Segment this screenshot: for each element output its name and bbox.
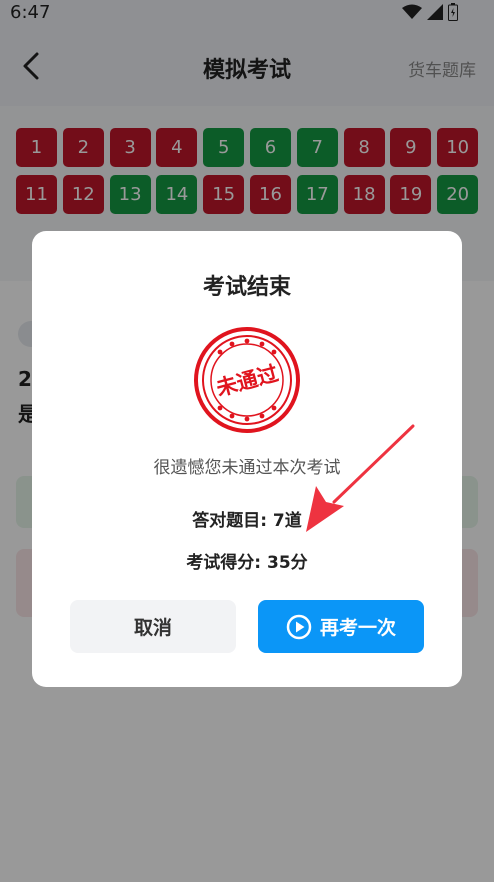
play-circle-icon: [286, 614, 312, 639]
annotation-arrow-icon: [306, 424, 415, 532]
retry-exam-button[interactable]: 再考一次: [258, 600, 424, 653]
stamp-text: 未通过: [214, 361, 281, 400]
exam-score: 考试得分: 35分: [186, 553, 308, 573]
dialog-title: 考试结束: [202, 275, 291, 300]
failed-stamp-icon: 未通过: [194, 327, 300, 433]
cancel-button[interactable]: 取消: [70, 600, 236, 653]
cancel-button-label: 取消: [133, 617, 172, 639]
retry-button-label: 再考一次: [319, 617, 396, 639]
